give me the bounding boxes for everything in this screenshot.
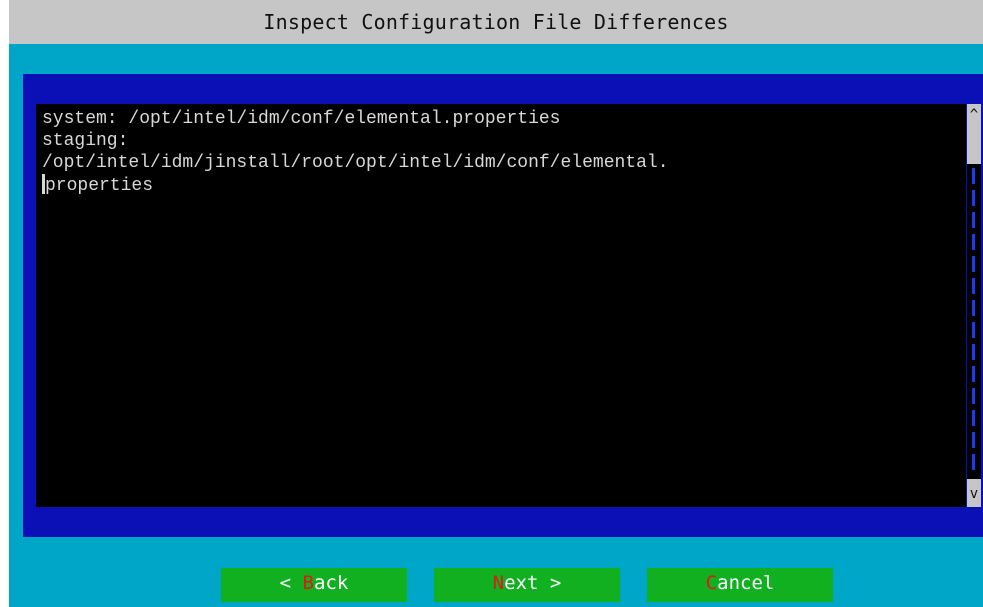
next-button-label: ext > — [504, 572, 562, 594]
text-line-staging-label: staging: — [42, 131, 129, 151]
cancel-button[interactable]: Cancel — [647, 568, 833, 602]
scroll-down-arrow-icon[interactable]: v — [967, 479, 981, 507]
next-button-hotkey: N — [492, 572, 505, 594]
next-button[interactable]: Next > — [434, 568, 620, 602]
dialog-title: Inspect Configuration File Differences — [9, 0, 983, 44]
text-line-staging-path: /opt/intel/idm/jinstall/root/opt/intel/i… — [42, 153, 669, 173]
dialog-title-text: Inspect Configuration File Differences — [263, 10, 729, 34]
back-button-hotkey: B — [302, 572, 314, 594]
diff-text-view[interactable]: system: /opt/intel/idm/conf/elemental.pr… — [36, 104, 966, 507]
text-line-staging-path-cont: properties — [42, 174, 966, 196]
back-button-label: ack — [314, 572, 349, 594]
scroll-thumb[interactable] — [967, 132, 981, 164]
cancel-button-hotkey: C — [705, 572, 718, 594]
text-line-staging-path-cont-text: properties — [45, 176, 154, 196]
text-line-system: system: /opt/intel/idm/conf/elemental.pr… — [42, 109, 561, 129]
scroll-up-arrow-icon[interactable]: ^ — [967, 104, 981, 132]
cancel-button-label: ancel — [717, 572, 775, 594]
vertical-scrollbar[interactable]: ^ v — [967, 104, 981, 507]
back-button[interactable]: < Back — [221, 568, 407, 602]
scroll-track[interactable] — [972, 168, 975, 472]
back-button-prefix: < — [279, 572, 303, 594]
terminal-screen: Inspect Configuration File Differences s… — [9, 0, 983, 607]
dialog-frame: system: /opt/intel/idm/conf/elemental.pr… — [23, 74, 983, 537]
